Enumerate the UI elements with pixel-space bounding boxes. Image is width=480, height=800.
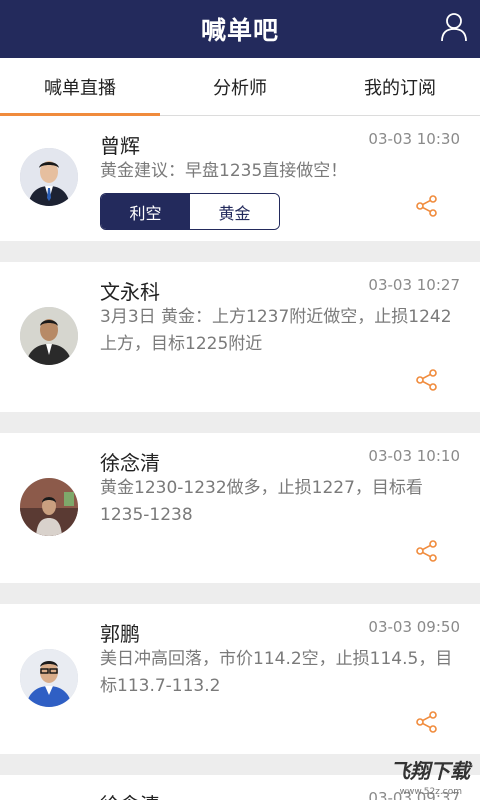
tab-label: 喊单直播 <box>44 77 116 99</box>
post-card[interactable]: 曾辉 03-03 10:30 黄金建议：早盘1235直接做空！ 利空 黄金 <box>0 116 480 241</box>
post-time: 03-03 10:30 <box>368 130 460 148</box>
tag-gold[interactable]: 黄金 <box>190 194 279 229</box>
watermark-url: www.52z.com <box>399 787 462 797</box>
app-title: 喊单吧 <box>200 16 279 45</box>
post-card[interactable]: 徐念清 03-03 10:10 黄金1230-1232做多，止损1227，目标看… <box>0 433 480 583</box>
share-icon[interactable] <box>416 540 438 562</box>
avatar <box>20 649 78 707</box>
author-name: 文永科 <box>100 280 160 304</box>
tag-group: 利空 黄金 <box>100 193 280 230</box>
avatar <box>20 478 78 536</box>
share-icon[interactable] <box>416 369 438 391</box>
author-name: 徐念清 <box>100 451 160 475</box>
post-content: 3月3日 黄金：上方1237附近做空，止损1242上方，目标1225附近 <box>100 307 452 354</box>
tab-analysts[interactable]: 分析师 <box>160 58 320 115</box>
author-name: 郭鹏 <box>100 622 140 646</box>
avatar <box>20 148 78 206</box>
tag-bearish[interactable]: 利空 <box>101 194 190 229</box>
app-header: 喊单吧 <box>0 0 480 58</box>
user-icon[interactable] <box>440 12 468 42</box>
author-name: 徐念清 <box>100 789 160 800</box>
post-card[interactable]: 郭鹏 03-03 09:50 美日冲高回落，市价114.2空，止损114.5，目… <box>0 604 480 754</box>
share-icon[interactable] <box>416 195 438 217</box>
tab-bar: 喊单直播 分析师 我的订阅 <box>0 58 480 116</box>
post-time: 03-03 10:27 <box>368 276 460 294</box>
post-content: 黄金建议：早盘1235直接做空！ <box>100 161 348 181</box>
post-card[interactable]: 文永科 03-03 10:27 3月3日 黄金：上方1237附近做空，止损124… <box>0 262 480 412</box>
tab-label: 分析师 <box>213 77 267 99</box>
watermark-logo: 飞翔下载 <box>390 759 470 783</box>
tab-live-calls[interactable]: 喊单直播 <box>0 58 160 116</box>
share-icon[interactable] <box>416 711 438 733</box>
post-content: 黄金1230-1232做多，止损1227，目标看1235-1238 <box>100 478 423 525</box>
tab-my-subscriptions[interactable]: 我的订阅 <box>320 58 480 115</box>
post-content: 美日冲高回落，市价114.2空，止损114.5，目标113.7-113.2 <box>100 649 453 696</box>
avatar <box>20 307 78 365</box>
author-name: 曾辉 <box>100 134 140 158</box>
tab-label: 我的订阅 <box>364 77 436 99</box>
post-time: 03-03 10:10 <box>368 447 460 465</box>
post-time: 03-03 09:50 <box>368 618 460 636</box>
